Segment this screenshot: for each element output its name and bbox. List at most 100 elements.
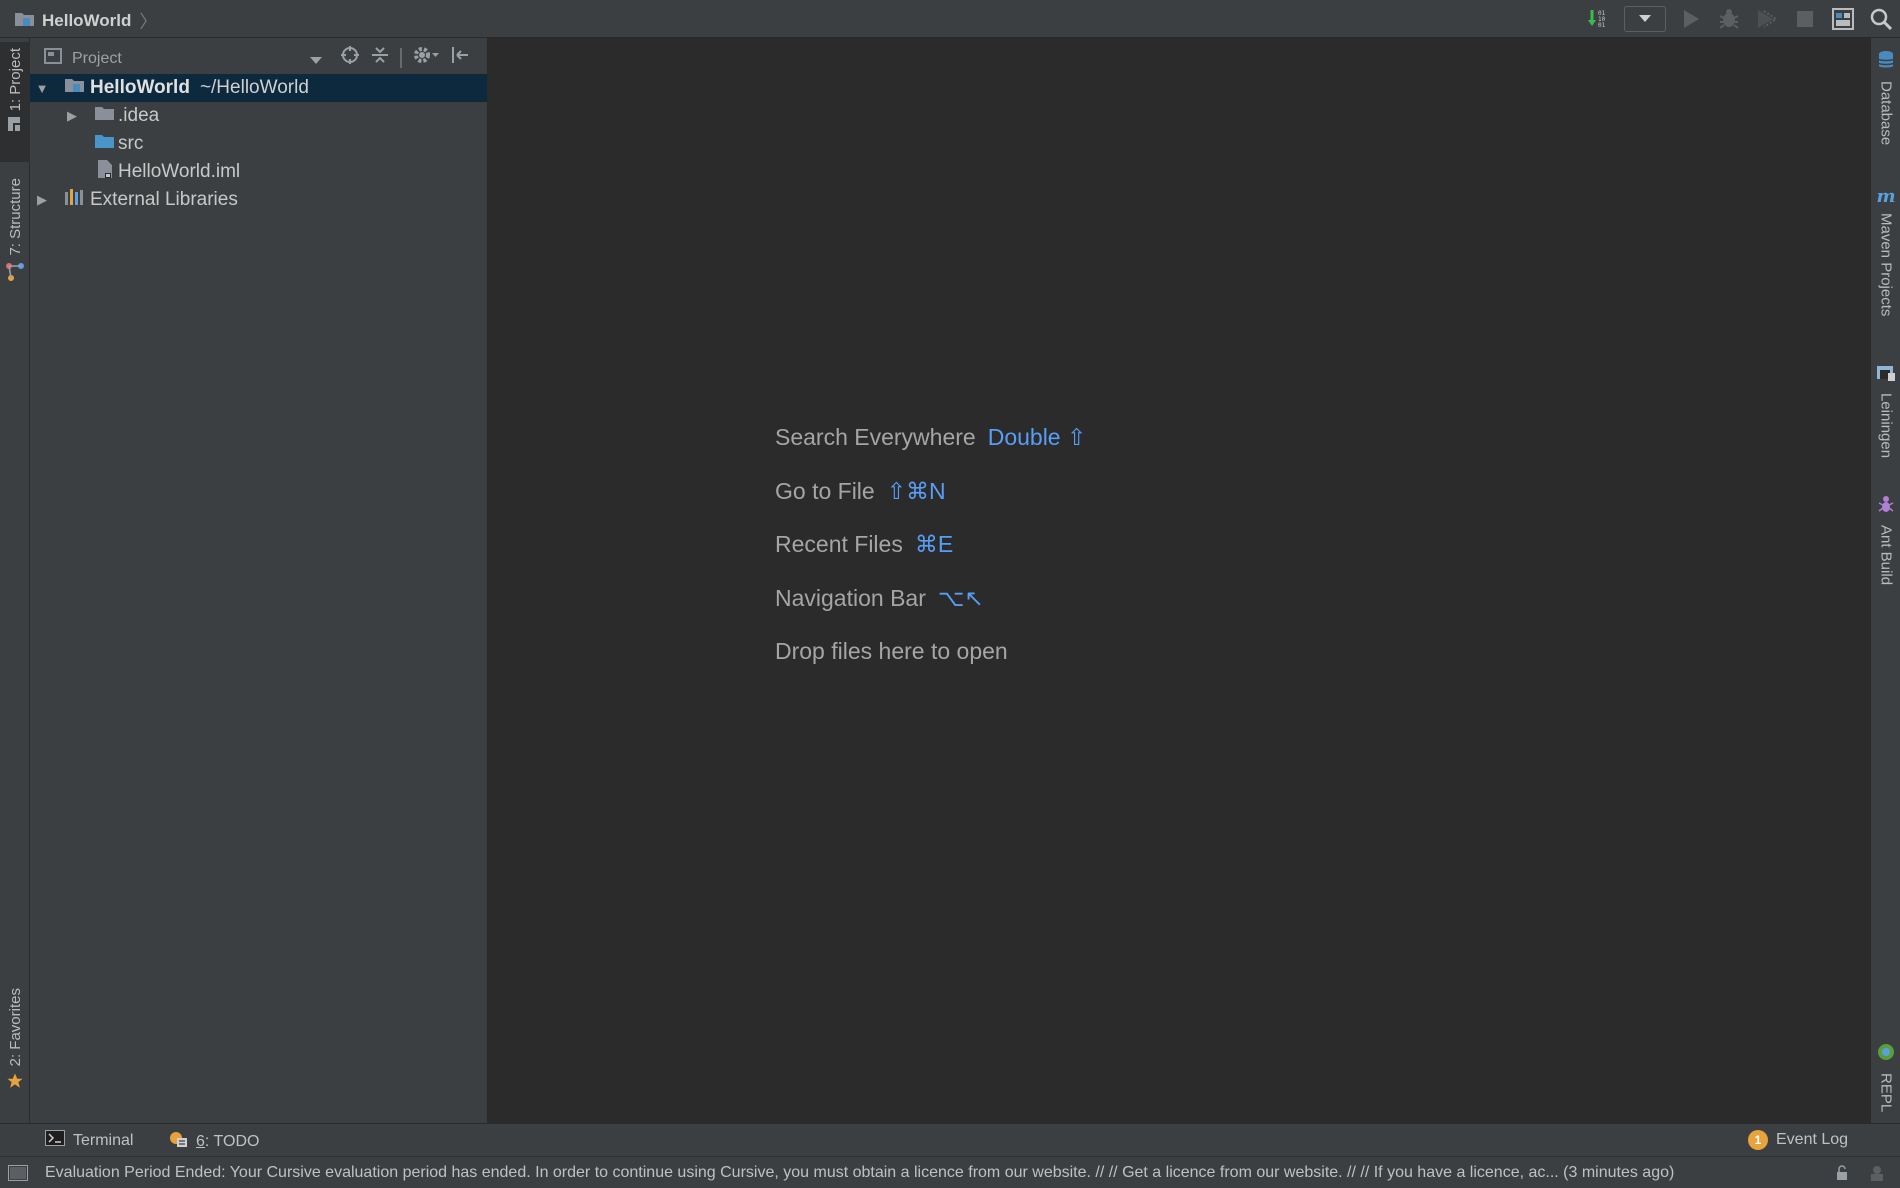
hint-search-everywhere: Search Everywhere Double ⇧ xyxy=(775,424,1086,451)
svg-text:01: 01 xyxy=(1598,22,1606,29)
database-icon xyxy=(1877,50,1895,75)
star-icon xyxy=(6,1072,24,1095)
search-icon[interactable] xyxy=(1862,0,1900,38)
tab-todo-text: : TODO xyxy=(204,1132,260,1150)
tree-item-external-libraries-name: External Libraries xyxy=(90,189,238,210)
run-config-dropdown[interactable] xyxy=(1624,6,1666,32)
debug-icon[interactable] xyxy=(1710,0,1748,38)
tree-item-module[interactable]: ▼ HelloWorld ~/HelloWorld xyxy=(30,74,487,102)
coverage-icon[interactable] xyxy=(1748,0,1786,38)
todo-icon xyxy=(168,1130,188,1153)
leiningen-icon xyxy=(1876,364,1896,387)
tree-item-idea[interactable]: ▶ .idea xyxy=(30,102,487,130)
folder-icon xyxy=(14,10,36,33)
project-tree: ▼ HelloWorld ~/HelloWorld ▶ .idea src He… xyxy=(30,74,487,214)
tree-item-iml-name: HelloWorld.iml xyxy=(118,161,241,182)
tree-item-external-libraries[interactable]: ▶ External Libraries xyxy=(30,186,487,214)
repl-icon xyxy=(1876,1042,1896,1067)
chevron-down-icon[interactable] xyxy=(310,52,322,70)
hide-panel-icon[interactable] xyxy=(450,45,470,70)
inspector-icon[interactable] xyxy=(1868,1164,1886,1187)
hint-label: Go to File xyxy=(775,478,875,504)
status-message[interactable]: Evaluation Period Ended: Your Cursive ev… xyxy=(45,1164,1674,1182)
main-toolbar: 01 10 01 xyxy=(1580,0,1900,38)
navigation-bar: HelloWorld 〉 01 10 01 xyxy=(0,0,1900,38)
terminal-icon xyxy=(45,1130,65,1151)
hint-shortcut: ⌥↖ xyxy=(937,585,984,611)
toggle-tool-windows-icon[interactable] xyxy=(8,1165,28,1186)
tab-project-label: 1: Project xyxy=(6,48,24,112)
tab-todo-label: 6: TODO xyxy=(196,1133,259,1151)
tab-favorites-label: 2: Favorites xyxy=(6,988,24,1067)
tree-item-iml[interactable]: HelloWorld.iml xyxy=(30,158,487,186)
ant-icon xyxy=(1876,494,1896,519)
project-panel-title: Project xyxy=(72,49,122,67)
tab-repl-label: REPL xyxy=(1877,1073,1895,1113)
chevron-down-icon xyxy=(1639,10,1651,28)
collapse-all-icon[interactable] xyxy=(370,45,390,70)
tab-structure-label: 7: Structure xyxy=(6,178,24,256)
tree-item-src[interactable]: src xyxy=(30,130,487,158)
hint-label: Recent Files xyxy=(775,531,903,557)
tab-repl[interactable]: REPL xyxy=(1871,1042,1900,1112)
project-view-selector[interactable]: Project xyxy=(44,47,122,70)
module-folder-icon xyxy=(64,76,86,100)
collapsed-arrow-icon[interactable]: ▶ xyxy=(34,192,50,208)
breadcrumb-project[interactable]: HelloWorld xyxy=(42,11,131,31)
structure-icon xyxy=(5,262,25,287)
build-icon[interactable]: 01 10 01 xyxy=(1580,0,1618,38)
hint-navigation-bar: Navigation Bar ⌥↖ xyxy=(775,585,984,612)
project-panel-header: Project xyxy=(30,38,487,75)
tab-leiningen-label: Leiningen xyxy=(1877,393,1895,459)
tab-structure[interactable]: 7: Structure xyxy=(0,178,30,338)
tab-ant-build[interactable]: Ant Build xyxy=(1871,494,1900,585)
project-panel-actions xyxy=(340,45,470,70)
bottom-tool-strip: Terminal 6: TODO 1 Event Log xyxy=(0,1123,1900,1156)
tab-todo[interactable]: 6: TODO xyxy=(168,1130,259,1153)
tab-terminal-label: Terminal xyxy=(73,1131,134,1149)
tree-item-module-path: ~/HelloWorld xyxy=(199,77,309,98)
run-icon[interactable] xyxy=(1672,0,1710,38)
maven-icon: m xyxy=(1876,186,1896,207)
tab-database[interactable]: Database xyxy=(1871,50,1900,145)
hint-label: Search Everywhere xyxy=(775,424,976,450)
hint-shortcut: ⇧⌘N xyxy=(886,478,946,504)
source-folder-icon xyxy=(94,132,116,156)
project-structure-icon[interactable] xyxy=(1824,0,1862,38)
hint-go-to-file: Go to File ⇧⌘N xyxy=(775,478,946,505)
hint-drop-files: Drop files here to open xyxy=(775,638,1008,665)
tab-database-label: Database xyxy=(1877,81,1895,146)
tab-favorites[interactable]: 2: Favorites xyxy=(0,988,30,1113)
stop-icon[interactable] xyxy=(1786,0,1824,38)
right-tool-strip: Database m Maven Projects Leiningen Ant … xyxy=(1870,38,1900,1123)
iml-file-icon xyxy=(96,159,114,185)
breadcrumb[interactable]: HelloWorld 〉 xyxy=(14,8,157,34)
tab-event-log[interactable]: 1 Event Log xyxy=(1748,1130,1848,1150)
breadcrumb-separator-icon: 〉 xyxy=(139,12,158,32)
hint-shortcut: ⌘E xyxy=(914,531,954,557)
project-icon xyxy=(6,115,24,138)
expanded-arrow-icon[interactable]: ▼ xyxy=(34,81,50,96)
tree-item-src-name: src xyxy=(118,133,144,154)
locate-icon[interactable] xyxy=(340,45,360,70)
tab-event-log-label: Event Log xyxy=(1776,1131,1849,1148)
hint-shortcut: Double ⇧ xyxy=(987,424,1087,450)
folder-icon xyxy=(94,104,116,128)
collapsed-arrow-icon[interactable]: ▶ xyxy=(64,108,80,124)
tab-terminal[interactable]: Terminal xyxy=(45,1130,133,1151)
libraries-icon xyxy=(64,188,86,212)
tree-item-module-name: HelloWorld xyxy=(90,77,190,98)
left-tool-strip: 1: Project 7: Structure 2: Favorites xyxy=(0,38,30,1123)
tab-project[interactable]: 1: Project xyxy=(0,42,30,162)
tab-maven-projects[interactable]: m Maven Projects xyxy=(1871,186,1900,316)
event-count-badge: 1 xyxy=(1748,1130,1768,1150)
project-tool-window: Project ▼ HelloWorld ~/HelloWorld ▶ .ide… xyxy=(30,38,488,1123)
editor-empty-state[interactable]: Search Everywhere Double ⇧ Go to File ⇧⌘N … xyxy=(488,38,1870,1123)
hint-recent-files: Recent Files ⌘E xyxy=(775,531,953,558)
lock-icon[interactable] xyxy=(1834,1165,1850,1186)
gear-icon[interactable] xyxy=(412,45,440,70)
tab-todo-mnemonic: 6 xyxy=(196,1132,205,1150)
tab-maven-projects-label: Maven Projects xyxy=(1877,213,1895,317)
tab-leiningen[interactable]: Leiningen xyxy=(1871,364,1900,458)
project-view-icon xyxy=(44,47,64,70)
